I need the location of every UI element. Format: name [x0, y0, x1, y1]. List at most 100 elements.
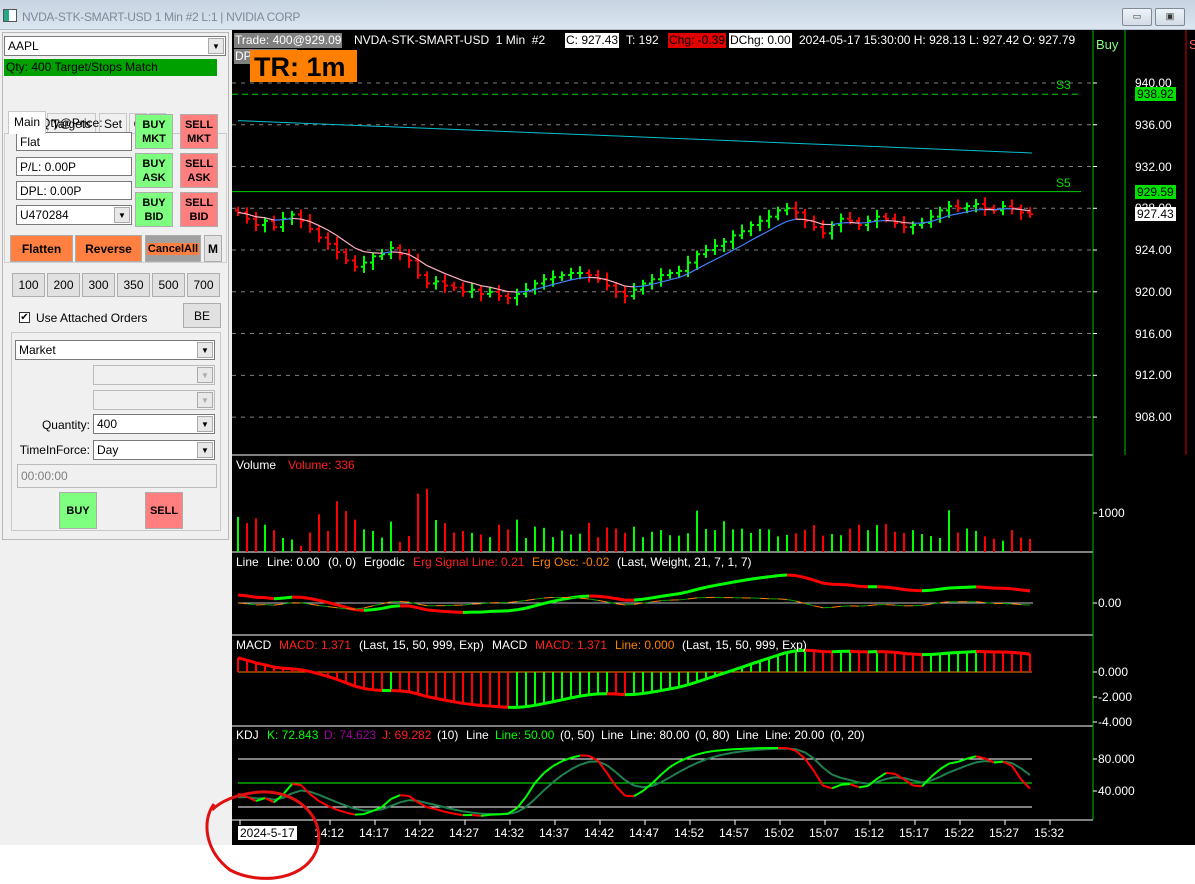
- ergodic-signal-segment: [507, 601, 518, 604]
- buy-ask-button[interactable]: BUY ASK: [135, 153, 173, 188]
- label: CancelAll: [146, 242, 200, 255]
- macd-line-segment: [813, 649, 824, 654]
- pl-field: P/L: 0.00P: [16, 157, 132, 176]
- use-attached-checkbox[interactable]: ✔: [19, 312, 30, 323]
- moving-average-segment: [543, 283, 554, 288]
- qty-700-button[interactable]: 700: [187, 273, 220, 297]
- qty-350-button[interactable]: 350: [117, 273, 150, 297]
- buy-button[interactable]: BUY: [59, 492, 97, 529]
- chevron-down-icon[interactable]: ▼: [197, 342, 213, 358]
- qty-300-button[interactable]: 300: [82, 273, 115, 297]
- account-select[interactable]: U470284 ▼: [16, 205, 132, 225]
- macd-line-segment: [525, 703, 536, 709]
- macd-tick-label: -2.000: [1098, 690, 1133, 704]
- price-tick-label: 912.00: [1135, 368, 1172, 383]
- tab-set[interactable]: Set: [99, 113, 127, 134]
- order-type-select[interactable]: Market ▼: [15, 340, 215, 360]
- cancel-all-button[interactable]: CancelAll: [145, 235, 201, 262]
- kdj-k-segment: [480, 813, 491, 817]
- kdj-legend-13: (0, 20): [830, 728, 865, 742]
- kdj-legend-8: Line: [601, 728, 624, 742]
- quantity-select[interactable]: 400 ▼: [93, 414, 215, 434]
- chart-canvas[interactable]: [232, 30, 1195, 845]
- be-button[interactable]: BE: [183, 303, 221, 328]
- label: BUY: [142, 118, 166, 131]
- reverse-button[interactable]: Reverse: [75, 235, 142, 262]
- m-button[interactable]: M: [204, 235, 222, 262]
- macd-line-segment: [903, 651, 914, 656]
- kdj-d-segment: [849, 779, 860, 784]
- moving-average-segment: [561, 279, 572, 283]
- tif-label: TimeInForce:: [19, 443, 90, 457]
- macd-line-segment: [426, 695, 437, 700]
- qty-500-button[interactable]: 500: [152, 273, 185, 297]
- sell-mkt-button[interactable]: SELL MKT: [180, 114, 218, 149]
- symbol-select[interactable]: AAPL ▼: [4, 36, 226, 56]
- qty-200-button[interactable]: 200: [47, 273, 80, 297]
- tif-select[interactable]: Day ▼: [93, 440, 215, 460]
- ergodic-signal-segment: [588, 598, 599, 601]
- moving-average-segment: [489, 286, 500, 291]
- chart-window[interactable]: Trade: 400@929.09 DPL: 0.00P NVDA-STK-SM…: [232, 30, 1195, 845]
- ergodic-line-segment: [822, 581, 833, 586]
- ergodic-line-segment: [264, 596, 275, 601]
- ergodic-legend-0: Line: [236, 555, 259, 569]
- ergodic-signal-segment: [516, 599, 527, 603]
- quantity-label: Quantity:: [41, 418, 90, 432]
- moving-average-segment: [930, 218, 941, 223]
- symbol-value: AAPL: [8, 39, 39, 53]
- ergodic-line-segment: [759, 575, 770, 580]
- time-tick-label: 14:47: [629, 826, 660, 840]
- daily-change-label: DChg: 0.00: [729, 33, 792, 48]
- ergodic-signal-segment: [660, 599, 671, 602]
- kdj-d-segment: [831, 773, 842, 779]
- sell-button[interactable]: SELL: [145, 492, 183, 529]
- macd-line-segment: [642, 690, 653, 695]
- chevron-down-icon[interactable]: ▼: [114, 207, 130, 223]
- sell-ask-button[interactable]: SELL ASK: [180, 153, 218, 188]
- chevron-down-icon[interactable]: ▼: [208, 38, 224, 54]
- minimize-button[interactable]: ▭: [1122, 8, 1152, 26]
- chevron-down-icon[interactable]: ▼: [197, 416, 213, 432]
- chevron-down-icon[interactable]: ▼: [197, 442, 213, 458]
- macd-line-segment: [633, 692, 644, 696]
- moving-average-segment: [363, 251, 374, 254]
- macd-line-segment: [885, 650, 896, 654]
- ergodic-line-segment: [525, 604, 536, 610]
- kdj-k-segment: [885, 771, 896, 775]
- tab-main[interactable]: Main: [8, 111, 46, 134]
- time-tick-label: 15:27: [989, 826, 1020, 840]
- macd-line-segment: [255, 661, 266, 667]
- kdj-k-segment: [291, 783, 302, 787]
- kdj-k-segment: [714, 748, 725, 752]
- ergodic-line-segment: [714, 582, 725, 587]
- ergodic-signal-segment: [687, 597, 698, 600]
- flatten-button[interactable]: Flatten: [10, 235, 73, 262]
- ergodic-line-segment: [687, 587, 698, 594]
- macd-line-segment: [498, 705, 509, 709]
- kdj-d-segment: [561, 768, 572, 777]
- ergodic-signal-segment: [813, 605, 824, 609]
- kdj-k-segment: [543, 765, 554, 774]
- ergodic-line-segment: [1020, 588, 1031, 593]
- ergodic-signal-segment: [804, 603, 815, 607]
- kdj-k-segment: [840, 783, 851, 786]
- qty-100-button[interactable]: 100: [12, 273, 45, 297]
- kdj-d-segment: [696, 758, 707, 764]
- sell-bid-button[interactable]: SELL BID: [180, 192, 218, 227]
- kdj-d-segment: [579, 760, 590, 766]
- macd-line-segment: [687, 680, 698, 687]
- restore-button[interactable]: ▣: [1155, 8, 1185, 26]
- ergodic-line-segment: [651, 594, 662, 600]
- kdj-legend-11: Line: [736, 728, 759, 742]
- chevron-down-icon: ▼: [197, 367, 213, 383]
- kdj-d-segment: [426, 802, 437, 807]
- app-icon: [3, 9, 17, 22]
- buy-mkt-button[interactable]: BUY MKT: [135, 114, 173, 149]
- macd-line-segment: [444, 698, 455, 704]
- quantity-value: 400: [97, 417, 118, 431]
- time-tick-label: 14:27: [449, 826, 480, 840]
- buy-bid-button[interactable]: BUY BID: [135, 192, 173, 227]
- macd-line-segment: [741, 662, 752, 669]
- macd-line-segment: [615, 692, 626, 697]
